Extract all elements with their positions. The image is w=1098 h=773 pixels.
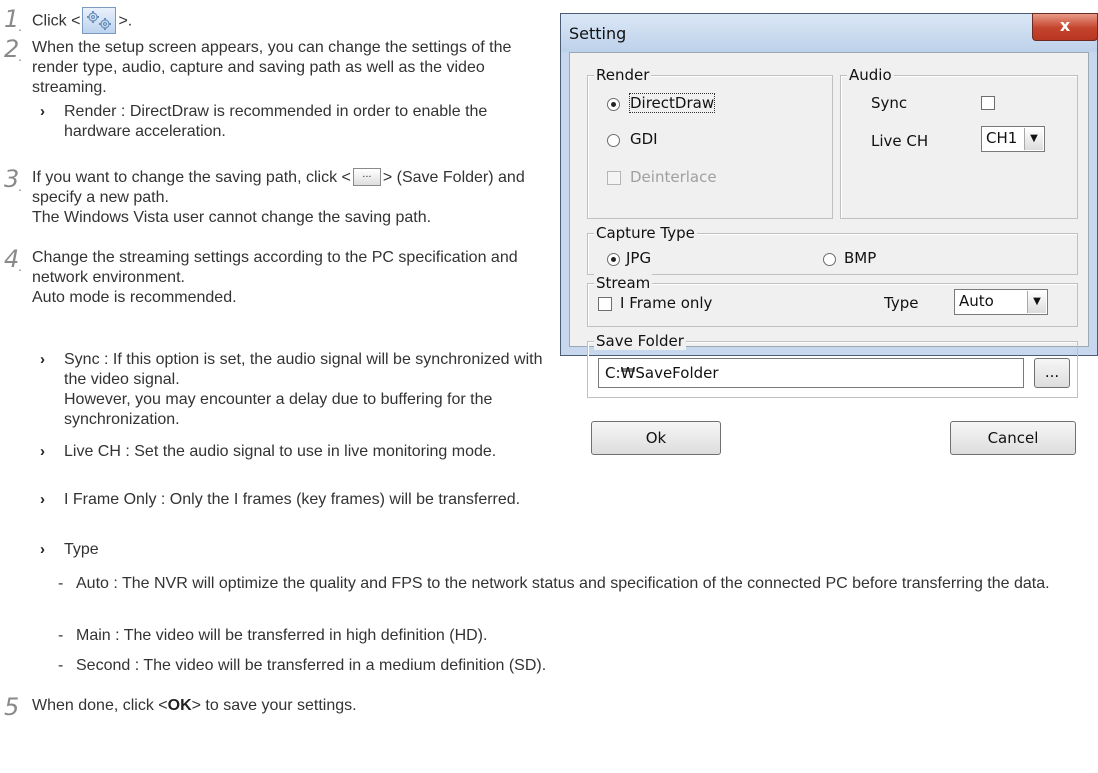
- audio-legend: Audio: [847, 66, 894, 84]
- close-icon: x: [1059, 16, 1071, 35]
- stream-type-select[interactable]: Auto ▼: [954, 289, 1048, 315]
- bullet-iframe: › I Frame Only : Only the I frames (key …: [40, 491, 521, 508]
- step-text-after: >.: [118, 12, 133, 30]
- live-ch-label: Live CH: [871, 132, 929, 150]
- step-number: 1: [4, 5, 20, 33]
- bullet-sync: › Sync : If this option is set, the audi…: [40, 351, 543, 428]
- type-label: Type: [884, 294, 919, 312]
- chevron-right-icon: ›: [40, 351, 45, 368]
- gdi-radio[interactable]: [607, 134, 620, 147]
- save-path-value: C:₩SaveFolder: [605, 364, 719, 382]
- sync-checkbox[interactable]: [981, 96, 995, 110]
- close-button[interactable]: x: [1032, 13, 1098, 41]
- render-legend: Render: [594, 66, 652, 84]
- live-ch-select[interactable]: CH1 ▼: [981, 126, 1045, 152]
- save-path-input[interactable]: C:₩SaveFolder: [598, 358, 1024, 388]
- step-text: Click <: [32, 12, 81, 30]
- deinterlace-label: Deinterlace: [630, 168, 717, 186]
- iframe-label[interactable]: I Frame only: [620, 294, 712, 312]
- cancel-button[interactable]: Cancel: [950, 421, 1076, 455]
- chevron-right-icon: ›: [40, 541, 45, 558]
- chevron-right-icon: ›: [40, 103, 45, 120]
- save-folder-legend: Save Folder: [594, 332, 686, 350]
- stream-type-value: Auto: [959, 292, 994, 310]
- step-number: 5: [4, 693, 20, 721]
- browse-button-icon: ...: [352, 167, 381, 186]
- capture-type-legend: Capture Type: [594, 224, 697, 242]
- jpg-label[interactable]: JPG: [626, 249, 651, 267]
- jpg-radio[interactable]: [607, 253, 620, 266]
- type-item-second: - Second : The video will be transferred…: [58, 657, 547, 674]
- render-group: Render DirectDraw GDI Deinterlace: [587, 66, 833, 219]
- settings-gear-icon: [82, 7, 117, 34]
- capture-type-group: Capture Type JPG BMP: [587, 224, 1078, 275]
- chevron-down-icon[interactable]: ▼: [1027, 291, 1046, 313]
- step-number: 3: [4, 165, 20, 193]
- bmp-radio[interactable]: [823, 253, 836, 266]
- chevron-down-icon[interactable]: ▼: [1024, 128, 1043, 150]
- iframe-checkbox[interactable]: [598, 297, 612, 311]
- deinterlace-checkbox: [607, 171, 621, 185]
- directdraw-radio[interactable]: [607, 98, 620, 111]
- step-text: When the setup screen appears, you can c…: [32, 39, 512, 96]
- directdraw-label[interactable]: DirectDraw: [628, 93, 716, 113]
- bullet-type: › Type: [40, 541, 99, 558]
- setting-dialog: Setting x Render DirectDraw GDI Deinterl…: [560, 13, 1098, 455]
- bmp-label[interactable]: BMP: [844, 249, 876, 267]
- ok-button[interactable]: Ok: [591, 421, 721, 455]
- stream-group: Stream I Frame only Type Auto ▼: [587, 274, 1078, 327]
- browse-button[interactable]: ...: [1034, 358, 1070, 388]
- dialog-title: Setting: [569, 24, 627, 43]
- audio-group: Audio Sync Live CH CH1 ▼: [840, 66, 1078, 219]
- dialog-client: Render DirectDraw GDI Deinterlace Audio …: [569, 52, 1089, 455]
- save-folder-group: Save Folder C:₩SaveFolder ...: [587, 332, 1078, 398]
- type-item-main: - Main : The video will be transferred i…: [58, 627, 488, 644]
- dialog-titlebar[interactable]: Setting x: [561, 13, 1098, 52]
- step-number: 2: [4, 35, 20, 63]
- chevron-right-icon: ›: [40, 443, 45, 460]
- sync-label: Sync: [871, 94, 908, 112]
- bullet-render: › Render : DirectDraw is recommended in …: [40, 103, 488, 140]
- type-item-auto: - Auto : The NVR will optimize the quali…: [58, 575, 1050, 592]
- bullet-live-ch: › Live CH : Set the audio signal to use …: [40, 443, 497, 460]
- chevron-right-icon: ›: [40, 491, 45, 508]
- step-number: 4: [4, 245, 20, 273]
- stream-legend: Stream: [594, 274, 653, 292]
- live-ch-value: CH1: [986, 129, 1018, 147]
- gdi-label[interactable]: GDI: [630, 130, 658, 148]
